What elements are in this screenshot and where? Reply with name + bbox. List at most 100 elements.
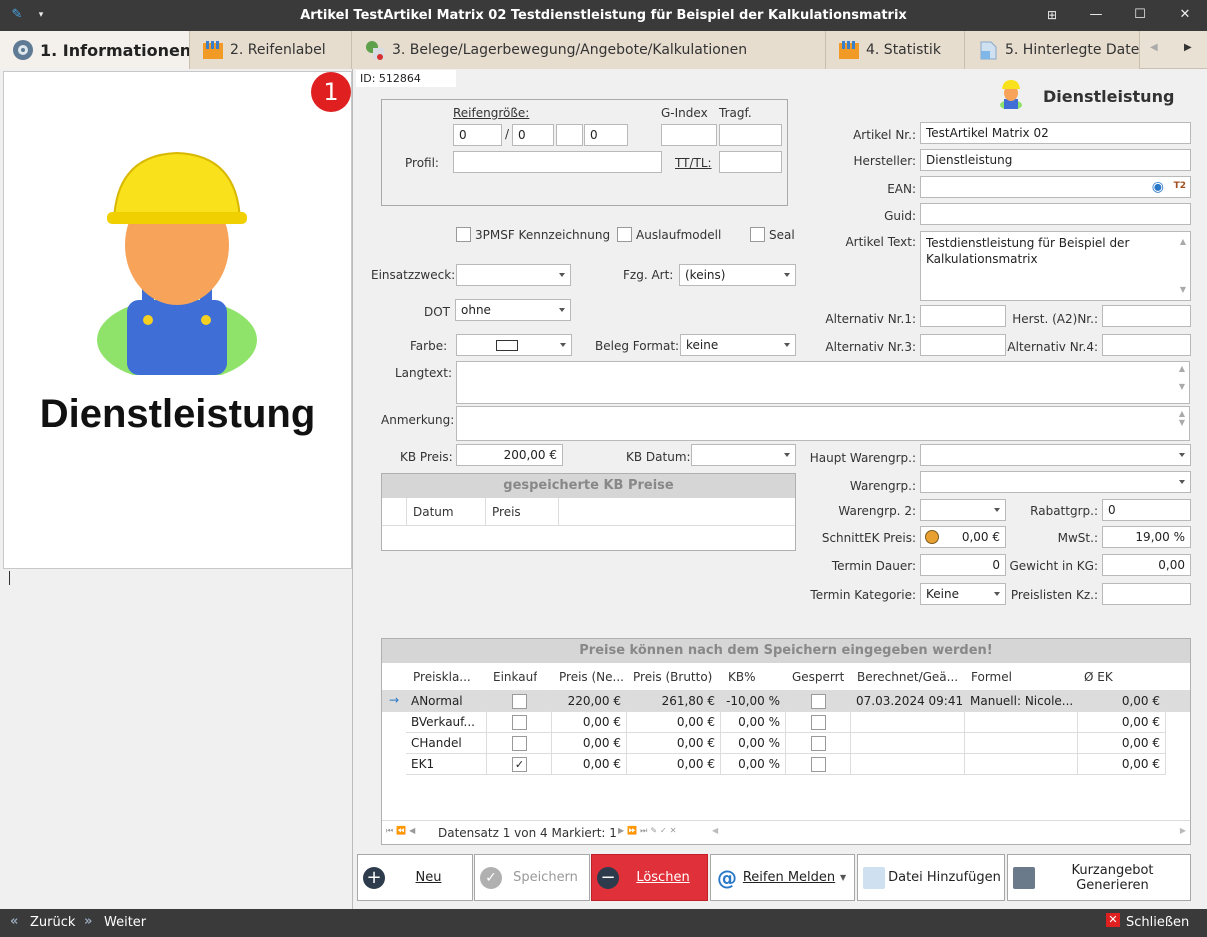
minimize-button[interactable]: — xyxy=(1085,6,1107,24)
col-berechnet[interactable]: Berechnet/Geä... xyxy=(857,670,962,684)
profil-input[interactable] xyxy=(453,151,662,173)
neu-button[interactable]: + Neu xyxy=(357,854,473,901)
gewicht-input[interactable]: 0,00 xyxy=(1102,554,1191,576)
speichern-button[interactable]: ✓ Speichern xyxy=(474,854,590,901)
nav-next-last-icon[interactable]: ▶⏩⏭✎✓✕ xyxy=(618,826,679,836)
cell-name[interactable]: BVerkauf... xyxy=(406,712,487,733)
guid-input[interactable] xyxy=(920,203,1191,225)
table-row[interactable]: BVerkauf... 0,00 €0,00 €0,00 % 0,00 € xyxy=(382,712,1190,733)
ean-input[interactable]: ◉ T2 xyxy=(920,176,1191,198)
kbdatum-dropdown[interactable] xyxy=(691,444,796,466)
gesperrt-checkbox[interactable] xyxy=(811,694,826,709)
cell-name[interactable]: ANormal xyxy=(406,691,487,712)
haupt-warengrp-dropdown[interactable] xyxy=(920,444,1191,466)
cell-brutto[interactable]: 261,80 € xyxy=(627,691,721,712)
chevron-down-icon[interactable]: ▼ xyxy=(840,873,854,882)
cell-name[interactable]: EK1 xyxy=(406,754,487,775)
einkauf-checkbox[interactable] xyxy=(512,736,527,751)
cell-brutto[interactable]: 0,00 € xyxy=(627,754,721,775)
cell-einkauf[interactable] xyxy=(487,712,552,733)
cell-ek[interactable]: 0,00 € xyxy=(1078,712,1166,733)
cell-ek[interactable]: 0,00 € xyxy=(1078,691,1166,712)
warengrp-dropdown[interactable] xyxy=(920,471,1191,493)
tire-width-input[interactable]: 0 xyxy=(453,124,502,146)
cell-gesperrt[interactable] xyxy=(786,733,851,754)
cell-formel[interactable] xyxy=(965,733,1078,754)
scrollbar[interactable]: ▲ ▼ xyxy=(1177,364,1187,401)
cell-kb[interactable]: -10,00 % xyxy=(721,691,786,712)
beleg-format-dropdown[interactable]: keine xyxy=(680,334,796,356)
tab-belege[interactable]: 3. Belege/Lagerbewegung/Angebote/Kalkula… xyxy=(352,31,826,69)
langtext-input[interactable]: ▲ ▼ xyxy=(456,361,1190,404)
auslauf-checkbox[interactable] xyxy=(617,227,632,242)
alt1-input[interactable] xyxy=(920,305,1006,327)
tab-dateien[interactable]: 5. Hinterlegte Dateien xyxy=(965,31,1140,69)
tragf-input[interactable] xyxy=(719,124,782,146)
farbe-dropdown[interactable] xyxy=(456,334,572,356)
close-button[interactable]: ✕ xyxy=(1174,6,1196,24)
tab-statistik[interactable]: 4. Statistik xyxy=(826,31,965,69)
hersteller-input[interactable]: Dienstleistung xyxy=(920,149,1191,171)
cell-einkauf[interactable] xyxy=(487,733,552,754)
herst-a2-input[interactable] xyxy=(1102,305,1191,327)
ean-generate-icon[interactable]: T2 xyxy=(1174,181,1186,191)
tttl-input[interactable] xyxy=(719,151,782,173)
cell-berechnet[interactable] xyxy=(851,754,965,775)
kurzangebot-button[interactable]: Kurzangebot Generieren xyxy=(1007,854,1191,901)
cell-kb[interactable]: 0,00 % xyxy=(721,733,786,754)
artikel-text-input[interactable]: Testdienstleistung für Beispiel der Kalk… xyxy=(920,231,1191,301)
gesperrt-checkbox[interactable] xyxy=(811,736,826,751)
rabattgrp-input[interactable]: 0 xyxy=(1102,499,1191,521)
einkauf-checkbox[interactable]: ✓ xyxy=(512,757,527,772)
cell-brutto[interactable]: 0,00 € xyxy=(627,733,721,754)
cell-formel[interactable] xyxy=(965,712,1078,733)
tire-ratio-input[interactable]: 0 xyxy=(512,124,554,146)
kb-col-preis[interactable]: Preis xyxy=(492,505,521,519)
weiter-button[interactable]: Weiter xyxy=(104,915,146,930)
col-preisklasse[interactable]: Preiskla... xyxy=(413,670,481,684)
preislisten-input[interactable] xyxy=(1102,583,1191,605)
cell-ek[interactable]: 0,00 € xyxy=(1078,733,1166,754)
col-ek[interactable]: Ø EK xyxy=(1084,670,1113,684)
tab-scroll-left-icon[interactable]: ◀ xyxy=(1150,42,1158,53)
scrollbar[interactable]: ▲ ▼ xyxy=(1178,234,1188,298)
globe-icon[interactable]: ◉ xyxy=(1152,179,1164,195)
dot-dropdown[interactable]: ohne xyxy=(455,299,571,321)
anmerkung-input[interactable]: ▲ ▼ xyxy=(456,406,1190,441)
h-scroll-right-icon[interactable]: ▶ xyxy=(1180,826,1186,835)
alt3-input[interactable] xyxy=(920,334,1006,356)
cell-berechnet[interactable] xyxy=(851,733,965,754)
col-preis-netto[interactable]: Preis (Ne... xyxy=(559,670,623,684)
zurueck-button[interactable]: Zurück xyxy=(30,915,75,930)
cell-gesperrt[interactable] xyxy=(786,712,851,733)
cell-gesperrt[interactable] xyxy=(786,691,851,712)
artikel-nr-input[interactable]: TestArtikel Matrix 02 xyxy=(920,122,1191,144)
kb-col-datum[interactable]: Datum xyxy=(413,505,454,519)
termin-dauer-input[interactable]: 0 xyxy=(920,554,1006,576)
termin-kategorie-dropdown[interactable]: Keine xyxy=(920,583,1006,605)
nav-first-prev-icon[interactable]: ⏮⏪◀ xyxy=(386,826,418,836)
tab-reifenlabel[interactable]: 2. Reifenlabel xyxy=(190,31,352,69)
maximize-button[interactable]: ☐ xyxy=(1129,6,1151,24)
tab-scroll-right-icon[interactable]: ▶ xyxy=(1184,42,1192,53)
col-kb[interactable]: KB% xyxy=(728,670,756,684)
seal-checkbox[interactable] xyxy=(750,227,765,242)
kbpreis-input[interactable]: 200,00 € xyxy=(456,444,563,466)
cell-name[interactable]: CHandel xyxy=(406,733,487,754)
gesperrt-checkbox[interactable] xyxy=(811,715,826,730)
cell-berechnet[interactable] xyxy=(851,712,965,733)
fzg-dropdown[interactable]: (keins) xyxy=(679,264,796,286)
tire-construction-input[interactable] xyxy=(556,124,583,146)
schliessen-button[interactable]: Schließen xyxy=(1126,915,1189,930)
cell-berechnet[interactable]: 07.03.2024 09:41 xyxy=(851,691,965,712)
cell-kb[interactable]: 0,00 % xyxy=(721,754,786,775)
cell-netto[interactable]: 0,00 € xyxy=(552,733,627,754)
tire-rim-input[interactable]: 0 xyxy=(584,124,628,146)
cell-netto[interactable]: 0,00 € xyxy=(552,712,627,733)
cell-kb[interactable]: 0,00 % xyxy=(721,712,786,733)
alt4-input[interactable] xyxy=(1102,334,1191,356)
cell-ek[interactable]: 0,00 € xyxy=(1078,754,1166,775)
gesperrt-checkbox[interactable] xyxy=(811,757,826,772)
col-einkauf[interactable]: Einkauf xyxy=(493,670,537,684)
scrollbar[interactable]: ▲ ▼ xyxy=(1177,409,1187,438)
